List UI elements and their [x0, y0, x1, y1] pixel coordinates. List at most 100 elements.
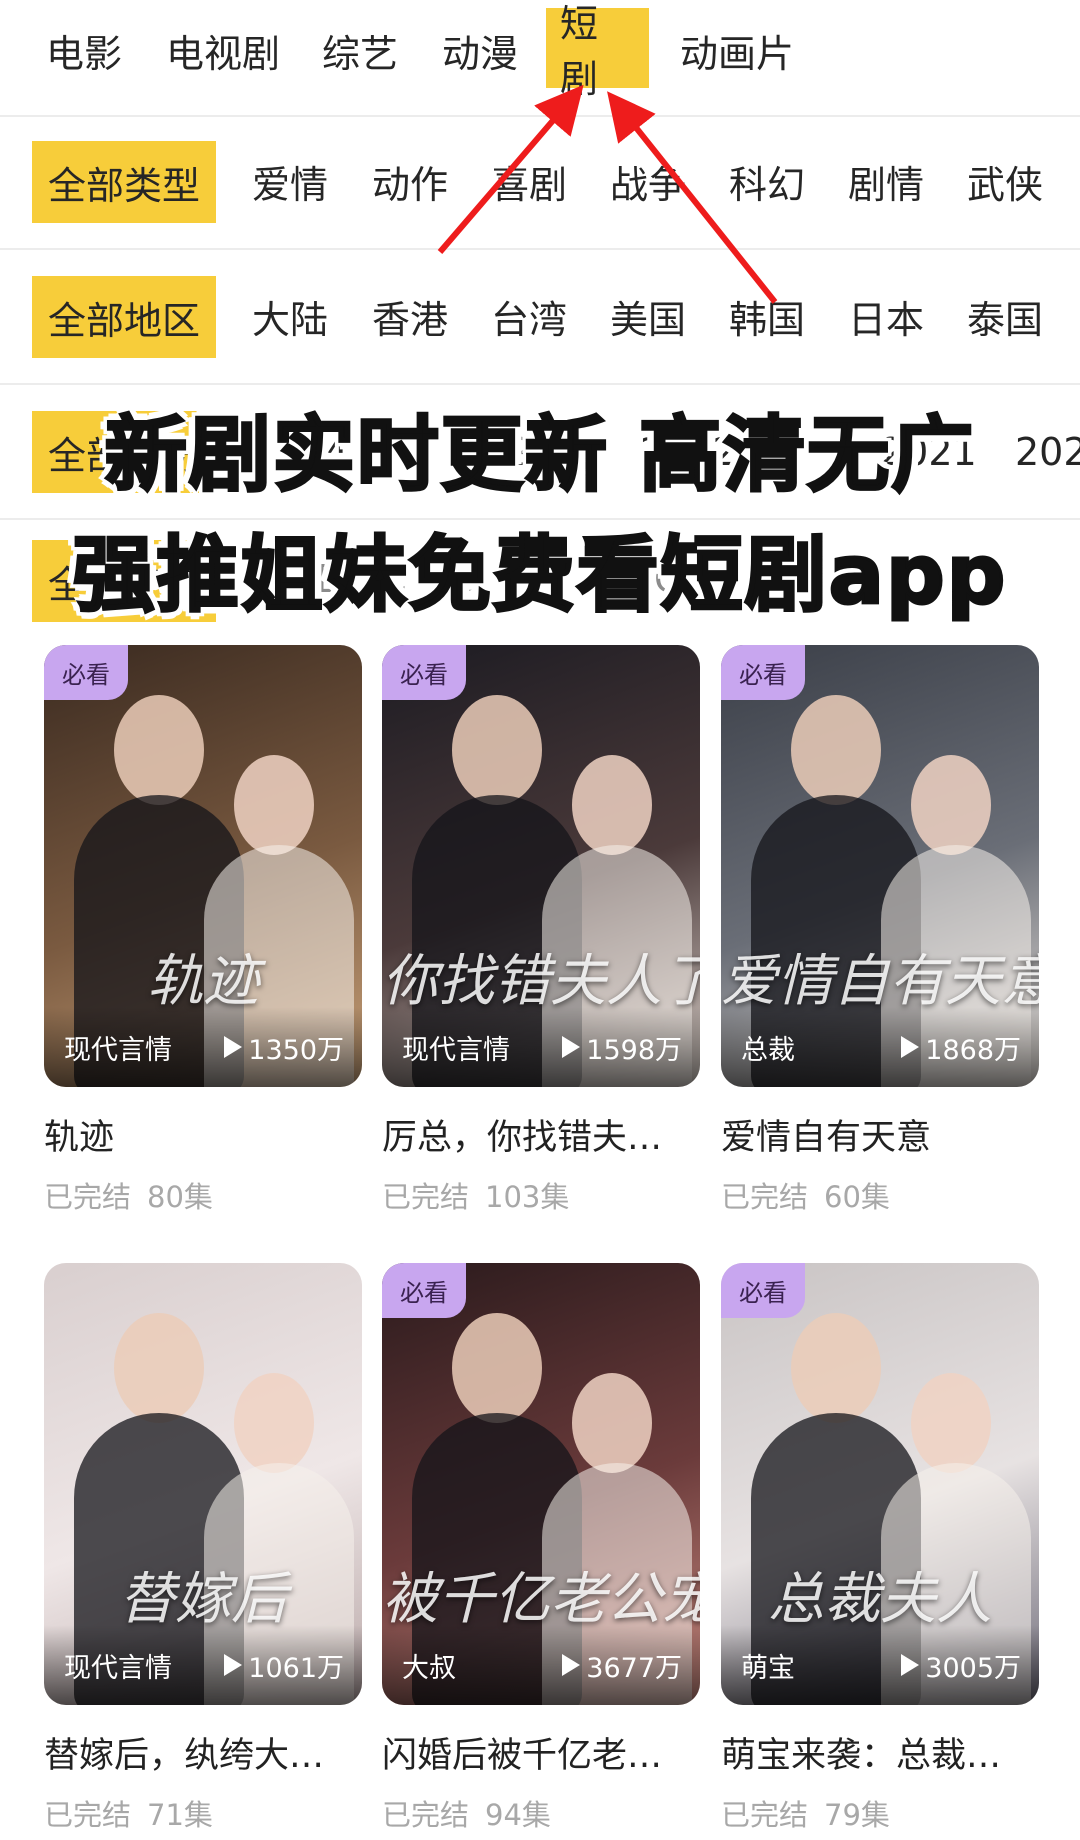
genre-tag: 现代言情	[64, 1034, 172, 1066]
filter-region-usa[interactable]: 美国	[610, 250, 686, 383]
poster-info-bar: 总裁 1868万	[721, 1007, 1039, 1087]
drama-meta: 已完结 60集	[721, 1174, 1039, 1216]
play-count-value: 1061万	[248, 1652, 344, 1684]
must-watch-badge: 必看	[382, 1263, 466, 1318]
poster-title-art: 总裁夫人	[768, 1567, 992, 1632]
must-watch-badge: 必看	[44, 645, 128, 700]
drama-card[interactable]: 总裁夫人 必看萌宝 3005万萌宝来袭：总裁… 已完结 79集	[721, 1263, 1039, 1834]
poster-title-art: 爱情自有天意	[721, 949, 1039, 1014]
completion-status: 已完结	[382, 1798, 470, 1832]
poster-figure-head	[452, 1313, 542, 1423]
promo-line-2: 强推姐妹免费看短剧app	[71, 527, 1008, 625]
poster-figure-head	[791, 1313, 881, 1423]
drama-poster[interactable]: 你找错夫人了 必看 现代言情 1598万	[382, 645, 700, 1087]
drama-card[interactable]: 被千亿老公宠上天 必看大叔 3677万闪婚后被千亿老… 已完结 94集	[382, 1263, 700, 1834]
poster-figure-head	[234, 755, 314, 855]
episode-count: 94集	[485, 1798, 551, 1832]
episode-count: 71集	[147, 1798, 213, 1832]
filter-type-scifi[interactable]: 科幻	[729, 115, 805, 248]
filter-type-war[interactable]: 战争	[610, 115, 686, 248]
play-count-value: 3677万	[586, 1652, 682, 1684]
tab-animation[interactable]: 动画片	[666, 0, 808, 100]
drama-poster[interactable]: 替嫁后 现代言情 1061万	[44, 1263, 362, 1705]
promo-line-1: 新剧实时更新 高清无广	[103, 407, 976, 505]
drama-title[interactable]: 轨迹	[44, 1109, 362, 1160]
drama-title[interactable]: 闪婚后被千亿老…	[382, 1727, 700, 1778]
tab-variety[interactable]: 综艺	[308, 0, 412, 100]
poster-title-art: 你找错夫人了	[382, 949, 700, 1014]
region-filter-row: 全部地区 大陆 香港 台湾 美国 韩国 日本 泰国	[0, 250, 1080, 385]
tab-short-drama[interactable]: 短剧	[546, 2, 649, 101]
drama-title[interactable]: 萌宝来袭：总裁…	[721, 1727, 1039, 1778]
episode-count: 103集	[485, 1180, 570, 1214]
poster-info-bar: 现代言情 1350万	[44, 1007, 362, 1087]
drama-poster[interactable]: 总裁夫人 必看萌宝 3005万	[721, 1263, 1039, 1705]
type-filter-row: 全部类型 爱情 动作 喜剧 战争 科幻 剧情 武侠	[0, 115, 1080, 250]
play-icon	[562, 1036, 581, 1058]
drama-card[interactable]: 你找错夫人了 必看 现代言情 1598万 厉总，你找错夫… 已完结 103集	[382, 645, 700, 1216]
episode-count: 79集	[824, 1798, 890, 1832]
poster-figure-head	[114, 1313, 204, 1423]
play-count: 1868万	[901, 1028, 1021, 1067]
drama-poster[interactable]: 爱情自有天意 必看 总裁 1868万	[721, 645, 1039, 1087]
poster-title-art: 替嫁后	[119, 1567, 287, 1632]
play-count-value: 1350万	[248, 1034, 344, 1066]
drama-poster[interactable]: 被千亿老公宠上天 必看大叔 3677万	[382, 1263, 700, 1705]
play-icon	[224, 1654, 243, 1676]
filter-type-action[interactable]: 动作	[372, 115, 448, 248]
filter-region-thailand[interactable]: 泰国	[967, 250, 1043, 383]
drama-poster[interactable]: 轨迹 必看现代言情 1350万	[44, 645, 362, 1087]
filter-region-hongkong[interactable]: 香港	[372, 250, 448, 383]
filter-region-mainland[interactable]: 大陆	[252, 250, 328, 383]
tab-anime[interactable]: 动漫	[428, 0, 532, 100]
filter-region-all[interactable]: 全部地区	[32, 276, 217, 358]
filter-region-korea[interactable]: 韩国	[729, 250, 805, 383]
drama-meta: 已完结 71集	[44, 1792, 362, 1834]
poster-figure-head	[911, 755, 991, 855]
must-watch-badge: 必看	[382, 645, 466, 700]
play-icon	[901, 1654, 920, 1676]
drama-meta: 已完结 94集	[382, 1792, 700, 1834]
drama-title[interactable]: 爱情自有天意	[721, 1109, 1039, 1160]
drama-meta: 已完结 80集	[44, 1174, 362, 1216]
genre-tag: 总裁	[741, 1034, 795, 1066]
filter-region-japan[interactable]: 日本	[848, 250, 924, 383]
tab-tv-series[interactable]: 电视剧	[152, 0, 294, 100]
play-count: 1061万	[224, 1646, 344, 1685]
drama-card[interactable]: 替嫁后 现代言情 1061万替嫁后，纨绔大… 已完结 71集	[44, 1263, 362, 1834]
poster-figure-head	[234, 1373, 314, 1473]
completion-status: 已完结	[721, 1798, 809, 1832]
poster-figure-head	[572, 1373, 652, 1473]
episode-count: 80集	[147, 1180, 213, 1214]
category-tabs: 电影 电视剧 综艺 动漫 短剧 动画片	[0, 0, 1080, 117]
drama-card[interactable]: 轨迹 必看 现代言情 1350万 轨迹 已完结 80集	[44, 645, 362, 1216]
completion-status: 已完结	[721, 1180, 809, 1214]
genre-tag: 大叔	[402, 1652, 456, 1684]
episode-count: 60集	[824, 1180, 890, 1214]
poster-info-bar: 萌宝 3005万	[721, 1625, 1039, 1705]
poster-info-bar: 现代言情 1061万	[44, 1625, 362, 1705]
drama-card[interactable]: 爱情自有天意 必看 总裁 1868万 爱情自有天意 已完结 60集	[721, 645, 1039, 1216]
filter-type-all[interactable]: 全部类型	[32, 141, 217, 223]
play-count: 1598万	[562, 1028, 682, 1067]
play-icon	[224, 1036, 243, 1058]
filter-type-drama[interactable]: 剧情	[848, 115, 924, 248]
poster-figure-head	[911, 1373, 991, 1473]
filter-type-comedy[interactable]: 喜剧	[491, 115, 567, 248]
play-icon	[901, 1036, 920, 1058]
filter-type-romance[interactable]: 爱情	[252, 115, 328, 248]
play-icon	[562, 1654, 581, 1676]
drama-title[interactable]: 厉总，你找错夫…	[382, 1109, 700, 1160]
poster-title-art: 被千亿老公宠上天	[382, 1567, 700, 1632]
play-count-value: 1868万	[925, 1034, 1021, 1066]
drama-title[interactable]: 替嫁后，纨绔大…	[44, 1727, 362, 1778]
play-count-value: 3005万	[925, 1652, 1021, 1684]
poster-title-art: 轨迹	[147, 949, 259, 1014]
filter-region-taiwan[interactable]: 台湾	[491, 250, 567, 383]
tab-movie[interactable]: 电影	[32, 0, 136, 100]
play-count: 1350万	[224, 1028, 344, 1067]
must-watch-badge: 必看	[721, 1263, 805, 1318]
filter-type-wuxia[interactable]: 武侠	[967, 115, 1043, 248]
poster-figure-head	[452, 695, 542, 805]
poster-figure-head	[572, 755, 652, 855]
